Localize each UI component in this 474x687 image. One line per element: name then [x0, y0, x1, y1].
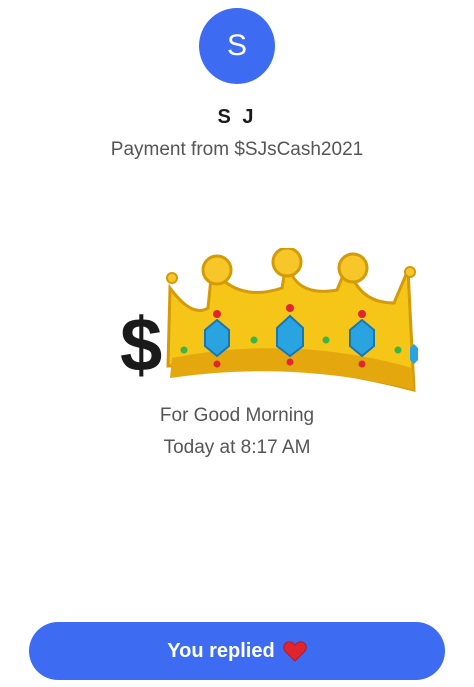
avatar[interactable]: S	[199, 8, 275, 84]
payment-amount: $	[120, 248, 420, 398]
payment-note: For Good Morning	[159, 405, 315, 426]
payment-detail-screen: S S J Payment from $SJsCash2021 $ For Go…	[0, 0, 474, 687]
heart-icon	[282, 641, 307, 662]
reply-button-label: You replied	[167, 639, 275, 662]
payment-timestamp: Today at 8:17 AM	[163, 437, 311, 458]
you-replied-button[interactable]: You replied	[29, 622, 445, 680]
avatar-initial: S	[226, 29, 247, 62]
currency-symbol: $	[120, 303, 163, 388]
crown-icon	[166, 248, 418, 392]
sender-name: S J	[217, 106, 257, 128]
payment-subtitle: Payment from $SJsCash2021	[110, 139, 364, 160]
